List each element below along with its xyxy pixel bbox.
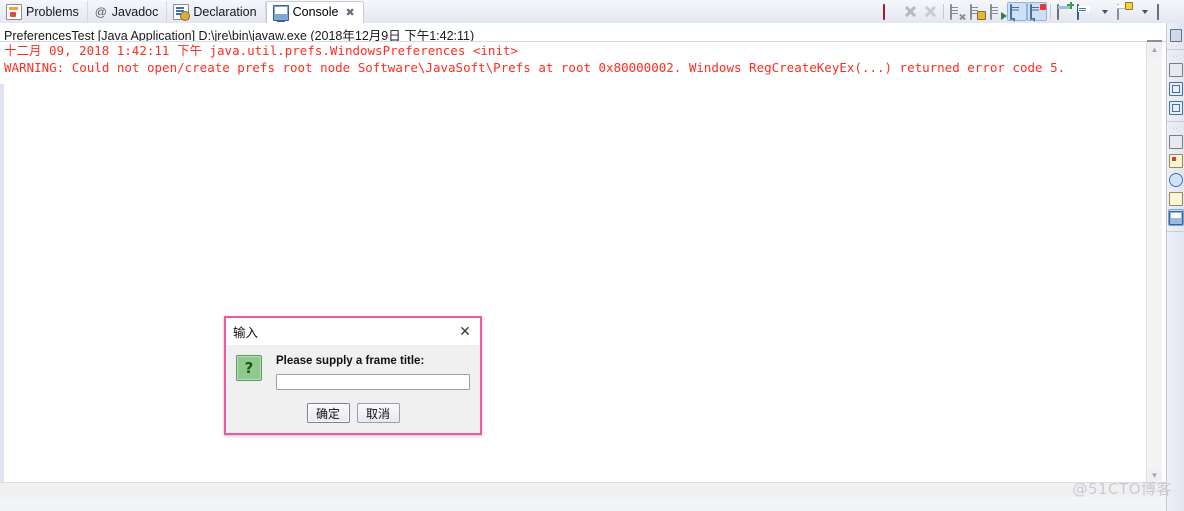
console-output-area: 十二月 09, 2018 1:42:11 下午 java.util.prefs.… [0, 40, 1184, 497]
package-explorer-icon[interactable] [1167, 60, 1184, 79]
tab-console[interactable]: Console ✖ [265, 1, 364, 24]
remove-launch-button[interactable] [900, 2, 920, 21]
console-toolbar [880, 1, 1174, 22]
pin-console-icon [1010, 3, 1024, 20]
watermark: @51CTO博客 [1072, 480, 1172, 498]
console-view-icon[interactable] [1167, 208, 1184, 227]
pin-console-error-icon [1030, 3, 1046, 20]
new-console-view-button[interactable] [1054, 1, 1074, 21]
frame-title-input[interactable] [276, 374, 470, 390]
problems-icon [6, 4, 22, 20]
dialog-content-row: ? Please supply a frame title: [236, 353, 470, 390]
eclipse-console-window: Problems @ Javadoc Declaration Console ✖ [0, 0, 1184, 511]
monitor-icon [1077, 3, 1091, 20]
close-icon[interactable]: ✕ [456, 323, 474, 341]
stop-icon [883, 3, 897, 20]
console-line: 十二月 09, 2018 1:42:11 下午 java.util.prefs.… [4, 42, 1140, 59]
tab-console-label: Console [292, 5, 339, 20]
remove-all-x-icon [924, 5, 937, 18]
dialog-button-row: 确定 取消 [226, 403, 480, 423]
close-icon[interactable]: ✖ [345, 6, 354, 19]
fast-view-group: ·· [1167, 50, 1184, 122]
scroll-lock-icon [970, 3, 986, 20]
display-selected-console-menu[interactable] [1094, 2, 1114, 21]
new-console-icon [1057, 1, 1074, 20]
console-text[interactable]: 十二月 09, 2018 1:42:11 下午 java.util.prefs.… [4, 42, 1140, 483]
show-console-on-output-button[interactable] [1007, 2, 1027, 21]
dialog-title: 输入 [233, 326, 259, 340]
tab-problems[interactable]: Problems [0, 1, 88, 23]
question-icon: ? [236, 355, 262, 381]
open-console-menu[interactable] [1134, 2, 1154, 21]
chevron-down-icon [1101, 9, 1108, 14]
dialog-body: ? Please supply a frame title: 确定 取消 [226, 345, 480, 433]
console-line: WARNING: Could not open/create prefs roo… [4, 60, 1066, 75]
fast-view-bar: ·· ·· [1166, 23, 1184, 511]
dialog-field-group: Please supply a frame title: [276, 353, 470, 390]
scroll-lock-button[interactable] [967, 2, 987, 21]
ok-button[interactable]: 确定 [306, 403, 350, 423]
problems-view-icon[interactable] [1167, 132, 1184, 151]
cancel-button[interactable]: 取消 [356, 403, 400, 423]
view-tabs: Problems @ Javadoc Declaration Console ✖ [0, 0, 364, 24]
chevron-down-icon [1141, 9, 1148, 14]
scrollbar-track[interactable] [1147, 57, 1162, 468]
error-log-icon[interactable] [1167, 151, 1184, 170]
word-wrap-button[interactable] [987, 2, 1007, 21]
drag-handle-icon[interactable]: ·· [1167, 125, 1184, 132]
tab-problems-label: Problems [26, 4, 79, 19]
restore-view-icon[interactable] [1167, 26, 1184, 45]
clear-console-button[interactable] [947, 2, 967, 21]
javadoc-icon: @ [94, 5, 107, 19]
console-icon [272, 4, 289, 22]
drag-handle-icon[interactable]: ·· [1167, 53, 1184, 60]
word-wrap-icon [990, 3, 1007, 20]
dialog-title-bar: 输入 ✕ [226, 318, 480, 345]
scroll-up-arrow[interactable]: ▲ [1147, 42, 1162, 57]
javadoc-view-icon[interactable] [1167, 170, 1184, 189]
input-dialog: 输入 ✕ ? Please supply a frame title: 确定 取… [224, 316, 482, 435]
minimize-view-button[interactable] [1154, 2, 1174, 21]
remove-all-terminated-button[interactable] [920, 2, 940, 21]
console-vertical-scrollbar[interactable]: ▲ ▼ [1146, 42, 1162, 483]
console-horizontal-scrollbar[interactable] [0, 482, 1184, 497]
declaration-icon [173, 4, 191, 21]
fast-view-group [1167, 23, 1184, 50]
tab-javadoc-label: Javadoc [111, 4, 159, 19]
declaration-view-icon[interactable] [1167, 189, 1184, 208]
tab-declaration-label: Declaration [193, 4, 257, 19]
clear-console-icon [950, 3, 964, 20]
restore-icon [1157, 3, 1171, 20]
toolbar-separator [943, 4, 944, 19]
open-console-icon [1117, 1, 1133, 20]
tab-javadoc[interactable]: @ Javadoc [88, 1, 168, 23]
toolbar-separator [1050, 4, 1051, 19]
terminate-button[interactable] [880, 2, 900, 21]
view-tab-bar: Problems @ Javadoc Declaration Console ✖ [0, 0, 1184, 24]
remove-x-icon [904, 5, 917, 18]
display-selected-console-button[interactable] [1074, 2, 1094, 21]
tab-declaration[interactable]: Declaration [167, 1, 266, 23]
type-hierarchy-icon[interactable] [1167, 98, 1184, 117]
fast-view-group: ·· [1167, 122, 1184, 232]
launch-configuration-line: PreferencesTest [Java Application] D:\jr… [0, 23, 1184, 42]
dialog-message: Please supply a frame title: [276, 355, 425, 367]
show-console-on-error-button[interactable] [1027, 2, 1047, 21]
outline-view-icon[interactable] [1167, 79, 1184, 98]
open-console-button[interactable] [1114, 1, 1134, 21]
